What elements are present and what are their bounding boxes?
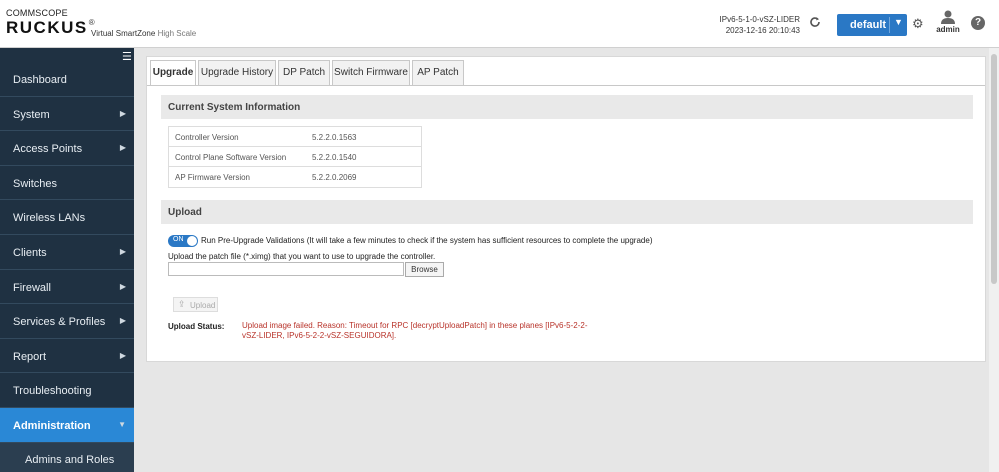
system-info-table: Controller Version 5.2.2.0.1563 Control P… <box>168 126 422 188</box>
top-header: COMMSCOPE RUCKUS® Virtual SmartZone High… <box>0 0 999 48</box>
caret-right-icon: ▶ <box>119 316 126 326</box>
help-icon[interactable]: ? <box>971 16 985 30</box>
row-label: Controller Version <box>175 133 239 142</box>
sidebar-item-label: Firewall <box>13 281 51 294</box>
sidebar-item-switches[interactable]: Switches <box>0 166 134 201</box>
user-label: admin <box>936 25 960 34</box>
domain-label: default <box>850 19 887 31</box>
sidebar-item-label: System <box>13 108 50 121</box>
sidebar-item-label: Report <box>13 350 47 363</box>
refresh-icon[interactable] <box>809 16 821 31</box>
sidebar-item-clients[interactable]: Clients ▶ <box>0 235 134 270</box>
sidebar-item-report[interactable]: Report ▶ <box>0 339 134 374</box>
tab-underline <box>147 85 985 86</box>
upload-icon: ⇪ <box>178 299 186 309</box>
pre-upgrade-validation-toggle[interactable]: ON <box>168 235 198 247</box>
upload-status-message: Upload image failed. Reason: Timeout for… <box>242 321 588 340</box>
toggle-label: Run Pre-Upgrade Validations (It will tak… <box>201 236 653 245</box>
sidebar-item-dashboard[interactable]: Dashboard <box>0 62 134 97</box>
ruckus-wordmark: RUCKUS <box>6 18 88 37</box>
caret-down-icon: ▼ <box>118 419 126 429</box>
sidebar-item-label: Wireless LANs <box>13 212 86 225</box>
sidebar-item-troubleshooting[interactable]: Troubleshooting <box>0 373 134 408</box>
table-row: Controller Version 5.2.2.0.1563 <box>169 127 421 147</box>
product-edition: High Scale <box>157 29 197 38</box>
user-menu[interactable]: admin <box>934 10 962 34</box>
sidebar-item-firewall[interactable]: Firewall ▶ <box>0 270 134 305</box>
row-value: 5.2.2.0.1540 <box>312 153 357 162</box>
sidebar-nav: Dashboard System ▶ Access Points ▶ Switche… <box>0 62 134 472</box>
sidebar-item-label: Dashboard <box>13 74 67 86</box>
divider <box>889 17 890 33</box>
sidebar-item-access-points[interactable]: Access Points ▶ <box>0 131 134 166</box>
browse-button[interactable]: Browse <box>405 262 444 277</box>
sidebar-item-services-profiles[interactable]: Services & Profiles ▶ <box>0 304 134 339</box>
gear-icon[interactable]: ⚙ <box>912 16 924 32</box>
caret-right-icon: ▶ <box>119 246 126 256</box>
file-upload-label: Upload the patch file (*.ximg) that you … <box>168 252 436 261</box>
page-scrollbar[interactable] <box>989 48 999 472</box>
caret-down-icon[interactable]: ▼ <box>894 17 903 27</box>
upload-button[interactable]: ⇪ Upload <box>173 297 218 312</box>
commscope-wordmark: COMMSCOPE <box>6 8 68 18</box>
user-icon <box>941 10 955 24</box>
sidebar-item-system[interactable]: System ▶ <box>0 97 134 132</box>
sidebar-item-label: Troubleshooting <box>13 385 92 398</box>
row-label: AP Firmware Version <box>175 173 250 182</box>
row-value: 5.2.2.0.1563 <box>312 133 357 142</box>
sidebar-item-label: Administration <box>13 419 91 432</box>
domain-selector[interactable]: default ▼ <box>837 14 907 36</box>
sidebar: ☰ Dashboard System ▶ Access Points ▶ Switc… <box>0 48 134 472</box>
sidebar-subitem-admins-roles[interactable]: Admins and Roles <box>0 442 134 472</box>
sidebar-subitem-label: Admins and Roles <box>25 453 115 466</box>
toggle-state: ON <box>173 236 184 243</box>
table-row: Control Plane Software Version 5.2.2.0.15… <box>169 147 421 167</box>
sidebar-item-label: Access Points <box>13 143 83 156</box>
upgrade-panel: Upgrade Upgrade History DP Patch Switch … <box>146 56 986 362</box>
registered-mark: ® <box>88 18 95 27</box>
caret-right-icon: ▶ <box>119 350 126 360</box>
scrollbar-thumb[interactable] <box>991 54 997 284</box>
upload-button-label: Upload <box>190 301 216 310</box>
system-info-header: Current System Information <box>161 95 973 119</box>
tab-ap-patch[interactable]: AP Patch <box>412 60 464 86</box>
upload-status-label: Upload Status: <box>168 322 225 331</box>
file-path-input[interactable] <box>168 262 404 276</box>
sidebar-item-label: Switches <box>13 177 58 190</box>
upload-header: Upload <box>161 200 973 224</box>
tab-switch-firmware[interactable]: Switch Firmware <box>332 60 410 86</box>
tab-upgrade[interactable]: Upgrade <box>150 60 196 86</box>
sidebar-item-label: Services & Profiles <box>13 316 106 329</box>
section-title: Current System Information <box>168 102 301 113</box>
product-label: Virtual SmartZone <box>91 29 156 38</box>
hostname: IPv6-5-1-0-vSZ-LIDER <box>719 15 800 24</box>
row-value: 5.2.2.0.2069 <box>312 173 357 182</box>
controller-info: IPv6-5-1-0-vSZ-LIDER 2023-12-16 20:10:43 <box>700 14 800 36</box>
tab-upgrade-history[interactable]: Upgrade History <box>198 60 276 86</box>
sidebar-item-label: Clients <box>13 246 47 259</box>
sidebar-item-administration[interactable]: Administration ▼ <box>0 407 134 443</box>
ruckus-logo: COMMSCOPE RUCKUS® <box>6 8 95 38</box>
product-name: Virtual SmartZone High Scale <box>91 29 196 38</box>
caret-right-icon: ▶ <box>119 143 126 153</box>
caret-right-icon: ▶ <box>119 281 126 291</box>
caret-right-icon: ▶ <box>119 108 126 118</box>
section-title: Upload <box>168 207 202 218</box>
sidebar-item-wireless-lans[interactable]: Wireless LANs <box>0 200 134 235</box>
toggle-knob <box>187 236 197 246</box>
tab-dp-patch[interactable]: DP Patch <box>278 60 330 86</box>
datetime: 2023-12-16 20:10:43 <box>725 26 800 35</box>
row-label: Control Plane Software Version <box>175 153 287 162</box>
table-row: AP Firmware Version 5.2.2.0.2069 <box>169 167 421 187</box>
